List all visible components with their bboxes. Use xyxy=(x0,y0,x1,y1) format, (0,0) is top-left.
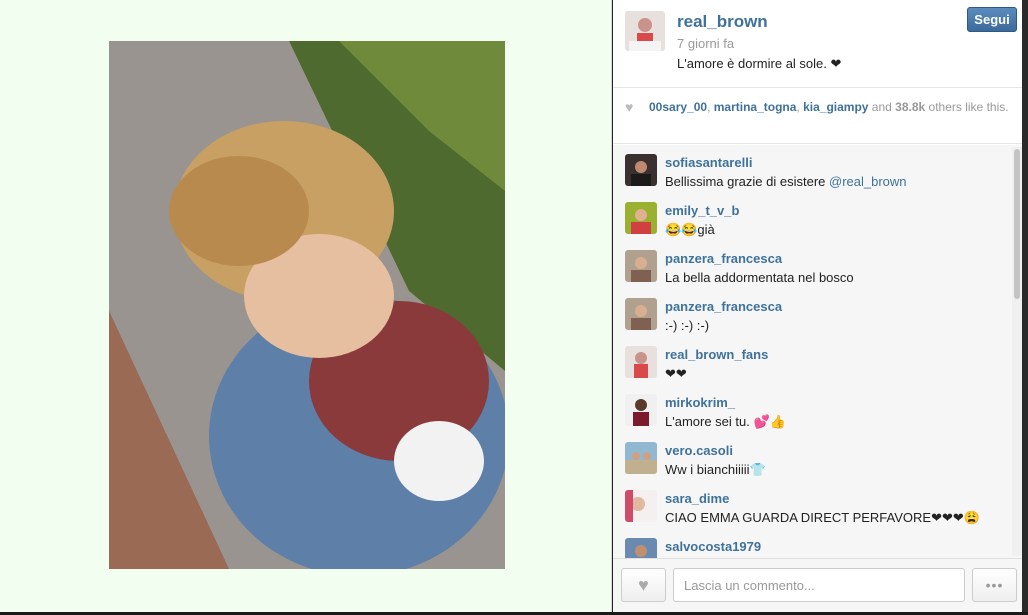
comment-item: vero.casoli Ww i bianchiiiii👕 xyxy=(613,433,1008,481)
comment-text: La bella addormentata nel bosco xyxy=(665,270,854,285)
comment-footer: ♥ ••• xyxy=(613,558,1028,612)
post-caption: L'amore è dormire al sole. ❤ xyxy=(677,56,842,71)
photo-pane xyxy=(0,0,612,612)
commenter-username[interactable]: sara_dime xyxy=(665,491,729,506)
comment-item: sofiasantarelli Bellissima grazie di esi… xyxy=(613,145,1008,193)
commenter-avatar[interactable] xyxy=(625,538,657,558)
heart-icon: ♥ xyxy=(638,575,649,595)
commenter-avatar[interactable] xyxy=(625,298,657,330)
comment-item: panzera_francesca :-) :-) :-) xyxy=(613,289,1008,337)
comment-item: real_brown_fans ❤❤ xyxy=(613,337,1008,385)
comment-item: emily_t_v_b 😂😂già xyxy=(613,193,1008,241)
comment-text: ❤❤ xyxy=(665,366,687,381)
commenter-username[interactable]: sofiasantarelli xyxy=(665,155,752,170)
more-options-button[interactable]: ••• xyxy=(972,568,1017,602)
like-button[interactable]: ♥ xyxy=(621,568,666,602)
commenter-username[interactable]: real_brown_fans xyxy=(665,347,768,362)
commenter-username[interactable]: panzera_francesca xyxy=(665,251,782,266)
comment-text: :-) :-) :-) xyxy=(665,318,710,333)
commenter-avatar[interactable] xyxy=(625,202,657,234)
commenter-avatar[interactable] xyxy=(625,154,657,186)
author-avatar[interactable] xyxy=(625,11,665,51)
comment-text: Bellissima grazie di esistere @real_brow… xyxy=(665,174,907,189)
post-photo-image xyxy=(109,41,505,569)
instagram-post-window: real_brown 7 giorni fa L'amore è dormire… xyxy=(0,0,1028,615)
author-username[interactable]: real_brown xyxy=(677,12,768,32)
commenter-avatar[interactable] xyxy=(625,250,657,282)
scrollbar-thumb[interactable] xyxy=(1014,149,1020,299)
commenter-username[interactable]: mirkokrim_ xyxy=(665,395,735,410)
comment-input[interactable] xyxy=(673,568,965,602)
post-timestamp: 7 giorni fa xyxy=(677,36,735,51)
comment-text: L'amore sei tu. 💕👍 xyxy=(665,414,786,429)
ellipsis-icon: ••• xyxy=(985,577,1004,593)
comment-text: Ww i bianchiiiii👕 xyxy=(665,462,766,477)
follow-button[interactable]: Segui xyxy=(967,7,1017,32)
commenter-username[interactable]: vero.casoli xyxy=(665,443,733,458)
likes-count[interactable]: 38.8k xyxy=(895,100,925,114)
comment-text: 😂😂già xyxy=(665,222,715,237)
comment-item: mirkokrim_ L'amore sei tu. 💕👍 xyxy=(613,385,1008,433)
comment-item: panzera_francesca La bella addormentata … xyxy=(613,241,1008,289)
commenter-avatar[interactable] xyxy=(625,394,657,426)
liker-username[interactable]: 00sary_00 xyxy=(649,100,707,114)
liker-username[interactable]: kia_giampy xyxy=(803,100,868,114)
commenter-avatar[interactable] xyxy=(625,490,657,522)
comments-list[interactable]: sofiasantarelli Bellissima grazie di esi… xyxy=(613,145,1028,558)
liker-username[interactable]: martina_togna xyxy=(714,100,797,114)
heart-icon: ♥ xyxy=(625,99,634,115)
likes-summary: 00sary_00, martina_togna, kia_giampy and… xyxy=(649,100,1009,114)
mention-link[interactable]: @real_brown xyxy=(829,174,907,189)
commenter-username[interactable]: emily_t_v_b xyxy=(665,203,739,218)
commenter-avatar[interactable] xyxy=(625,346,657,378)
window-edge xyxy=(1022,0,1028,612)
commenter-username[interactable]: salvocosta1979 xyxy=(665,539,761,554)
comment-item: salvocosta1979 xyxy=(613,529,1008,558)
comment-item: sara_dime CIAO EMMA GUARDA DIRECT PERFAV… xyxy=(613,481,1008,529)
post-details-pane: real_brown 7 giorni fa L'amore è dormire… xyxy=(613,0,1028,612)
commenter-avatar[interactable] xyxy=(625,442,657,474)
post-photo[interactable] xyxy=(109,41,505,569)
comment-text: CIAO EMMA GUARDA DIRECT PERFAVORE❤❤❤😩 xyxy=(665,510,980,525)
comments-scrollbar[interactable] xyxy=(1012,147,1022,556)
post-header: real_brown 7 giorni fa L'amore è dormire… xyxy=(613,0,1028,88)
likes-section: ♥ 00sary_00, martina_togna, kia_giampy a… xyxy=(613,88,1028,144)
commenter-username[interactable]: panzera_francesca xyxy=(665,299,782,314)
